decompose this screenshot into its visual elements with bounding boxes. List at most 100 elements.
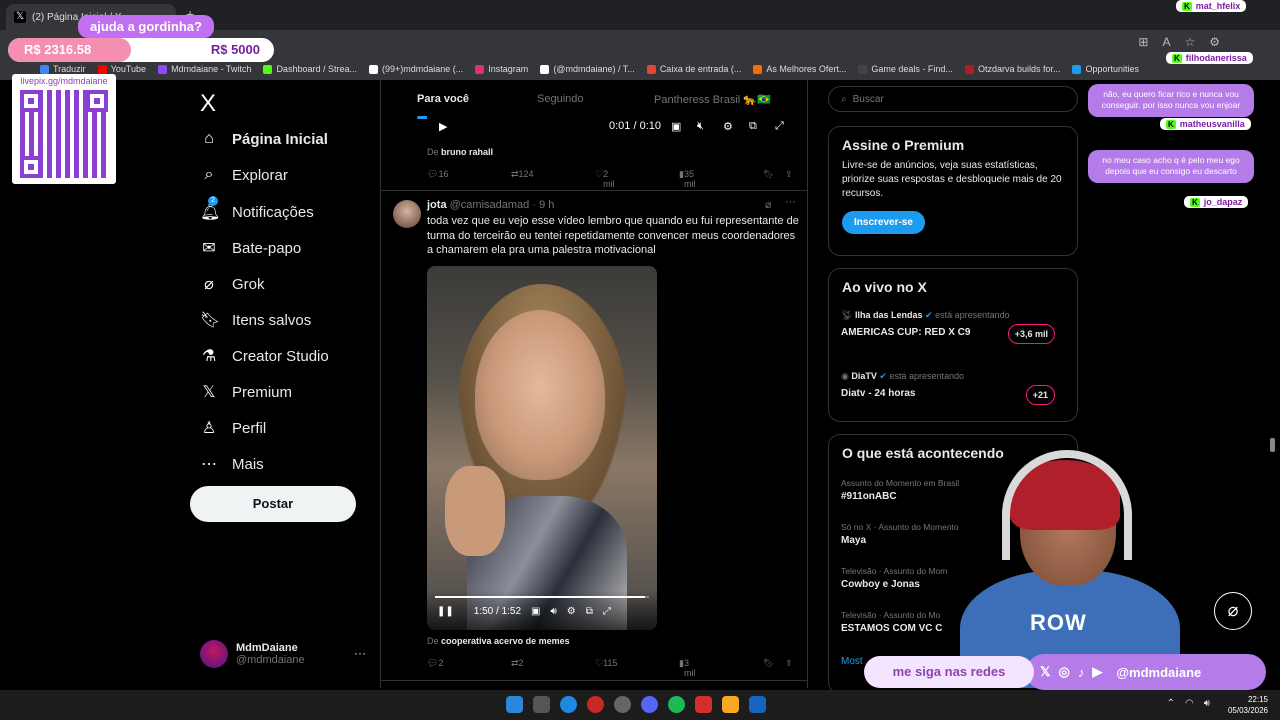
live-item[interactable]: 📡︎ Ilha das Lendas ✔ está apresentando A… <box>841 310 1065 344</box>
file-explorer-icon[interactable] <box>722 696 739 713</box>
mute-icon[interactable]: 🔇︎ <box>697 120 704 133</box>
opera-icon[interactable] <box>587 696 604 713</box>
repost-button[interactable]: ⇄ 124 <box>511 169 534 180</box>
repost-button[interactable]: ⇄ 2 <box>511 658 524 669</box>
app-icon[interactable] <box>614 696 631 713</box>
read-aloud-icon[interactable]: A <box>1162 35 1170 49</box>
system-clock[interactable]: 22:15 05/03/2026 <box>1228 694 1268 716</box>
bookmark-item[interactable]: Traduzir <box>40 64 86 74</box>
bookmark-item[interactable]: Caixa de entrada (... <box>646 64 741 74</box>
bookmark-item[interactable]: Dashboard / Strea... <box>263 64 357 74</box>
bookmark-item[interactable]: Game deals - Find... <box>858 64 953 74</box>
bookmark-item[interactable]: YouTube <box>97 64 146 74</box>
reply-button[interactable]: 💬︎ 16 <box>427 169 448 180</box>
search-icon: ⌕ <box>841 93 847 105</box>
nav-creator-studio[interactable]: ⚗ Creator Studio <box>200 346 329 366</box>
live-item[interactable]: ◉ DiaTV ✔ está apresentando Diatv - 24 h… <box>841 371 1065 405</box>
more-options-icon[interactable]: ··· <box>785 196 796 208</box>
steam-icon[interactable] <box>749 696 766 713</box>
search-icon: ⌕ <box>204 166 214 183</box>
poker-icon[interactable] <box>695 696 712 713</box>
favorite-star-icon[interactable]: ☆ <box>1184 35 1195 49</box>
bookmark-item[interactable]: Mdmdaiane - Twitch <box>158 64 251 74</box>
wifi-icon[interactable]: ◠ <box>1185 698 1194 709</box>
bookmark-icon[interactable]: 🔖︎ <box>763 658 774 669</box>
account-switcher[interactable]: MdmDaiane @mdmdaiane ··· <box>200 640 366 668</box>
browser-toolbar-icons: ⊞ A ☆ ⚙ <box>1138 35 1220 49</box>
bookmark-favicon-icon <box>858 64 868 74</box>
share-icon[interactable]: ⇪ <box>785 658 793 669</box>
chat-username: Kmat_hfelix <box>1176 0 1247 12</box>
subscribe-button[interactable]: Inscrever-se <box>842 211 925 234</box>
trend-name: ESTAMOS COM VC C <box>841 623 943 634</box>
settings-icon[interactable]: ⚙ <box>723 120 733 133</box>
captions-icon[interactable]: ▣ <box>531 606 540 617</box>
task-view-icon[interactable] <box>533 696 550 713</box>
pip-icon[interactable]: ⧉ <box>749 120 757 133</box>
settings-icon[interactable]: ⚙ <box>1209 35 1220 49</box>
nav-chat[interactable]: ✉ Bate-papo <box>200 238 301 258</box>
pip-icon[interactable]: ⧉ <box>586 606 593 617</box>
trend-item[interactable]: Televisão · Assunto do Mo ESTAMOS COM VC… <box>841 610 942 634</box>
grok-icon[interactable]: ⌀ <box>765 198 772 211</box>
settings-icon[interactable]: ⚙ <box>567 606 576 617</box>
tab-for-you[interactable]: Para você <box>417 93 469 105</box>
avatar[interactable] <box>393 200 421 228</box>
post-time[interactable]: · 9 h <box>532 199 554 211</box>
bookmark-item[interactable]: Otzdarva builds for... <box>964 64 1060 74</box>
chat-message: não, eu quero ficar rico e nunca vou con… <box>1088 84 1254 117</box>
trend-item[interactable]: Televisão · Assunto do Mom Cowboy e Jona… <box>841 566 947 590</box>
volume-icon[interactable]: 🔊︎ <box>550 606 556 617</box>
fullscreen-icon[interactable]: ⤢ <box>775 120 784 133</box>
discord-icon[interactable] <box>641 696 658 713</box>
reply-button[interactable]: 💬︎ 2 <box>427 658 443 669</box>
nav-bookmarks[interactable]: 🔖︎ Itens salvos <box>200 310 311 330</box>
show-more-link[interactable]: Most <box>841 656 863 667</box>
volume-icon[interactable]: 🔊︎ <box>1204 698 1210 709</box>
tab-pantheress-brasil[interactable]: Pantheress Brasil 🐆🇧🇷 <box>654 93 771 106</box>
post-button[interactable]: Postar <box>190 486 356 522</box>
bookmark-item[interactable]: Instagram <box>475 64 528 74</box>
pause-icon[interactable]: ❚❚ <box>437 606 454 617</box>
views-button[interactable]: ▮ 3 mil <box>679 658 695 678</box>
bookmark-item[interactable]: (99+)mdmdaiane (... <box>368 64 463 74</box>
nav-premium[interactable]: 𝕏 Premium <box>200 382 292 402</box>
start-icon[interactable] <box>506 696 523 713</box>
bookmark-item[interactable]: As Melhores Ofert... <box>753 64 846 74</box>
search-input[interactable]: ⌕ Buscar <box>828 86 1078 112</box>
nav-explore[interactable]: ⌕ Explorar <box>200 166 288 184</box>
video-progress-bar[interactable] <box>435 596 649 598</box>
bookmark-item[interactable]: (@mdmdaiane) / T... <box>540 64 635 74</box>
nav-more[interactable]: ⋯ Mais <box>200 454 264 474</box>
ellipsis-icon[interactable]: ··· <box>354 646 366 660</box>
grok-icon: ⌀ <box>204 276 214 293</box>
nav-profile[interactable]: ♙ Perfil <box>200 418 266 438</box>
share-icon[interactable]: ⇪ <box>785 169 793 180</box>
nav-home[interactable]: ⌂ Página Inicial <box>200 130 328 148</box>
bookmark-icon[interactable]: 🔖︎ <box>763 169 774 180</box>
post-author-handle[interactable]: @camisadamad <box>450 199 530 211</box>
nav-grok[interactable]: ⌀ Grok <box>200 274 264 294</box>
edge-icon[interactable] <box>560 696 577 713</box>
bookmark-favicon-icon <box>97 64 107 74</box>
post-video[interactable]: ❚❚ 1:50 / 1:52 ▣ 🔊︎ ⚙ ⧉ ⤢ <box>427 266 657 630</box>
grok-floating-button[interactable]: ⌀ <box>1214 592 1252 630</box>
avatar <box>200 640 228 668</box>
nav-notifications[interactable]: 🔔︎ 2 Notificações <box>200 196 314 222</box>
spotify-icon[interactable] <box>668 696 685 713</box>
x-logo-icon[interactable]: X <box>200 90 216 118</box>
views-button[interactable]: ▮ 35 mil <box>679 169 695 189</box>
tab-following[interactable]: Seguindo <box>537 93 584 105</box>
captions-icon[interactable]: ▣ <box>671 120 681 133</box>
like-button[interactable]: ♡ 115 <box>595 658 617 669</box>
scrollbar-thumb[interactable] <box>1270 438 1275 452</box>
play-icon[interactable]: ▶ <box>439 120 447 133</box>
extensions-icon[interactable]: ⊞ <box>1138 35 1148 49</box>
post-author-name[interactable]: jota <box>427 199 447 211</box>
bookmark-item[interactable]: Opportunities <box>1072 64 1139 74</box>
like-button[interactable]: ♡ 2 mil <box>595 169 615 189</box>
fullscreen-icon[interactable]: ⤢ <box>603 606 611 617</box>
post-source-link[interactable]: cooperativa acervo de memes <box>441 636 570 646</box>
prev-post-source-link[interactable]: bruno rahall <box>441 147 493 157</box>
chevron-up-icon[interactable]: ⌃ <box>1167 698 1175 709</box>
